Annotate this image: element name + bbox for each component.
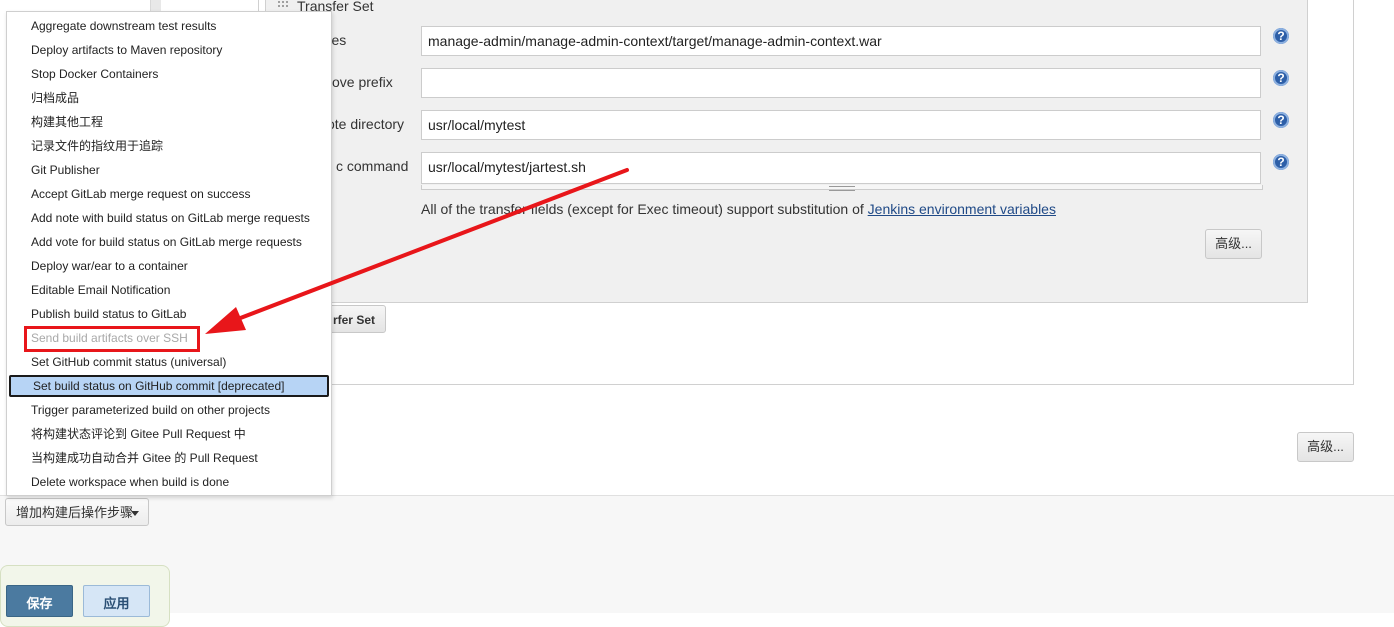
exec-command-label: c command: [336, 158, 409, 174]
add-step-label: 增加构建后操作步骤: [16, 505, 134, 520]
menu-item[interactable]: Trigger parameterized build on other pro…: [9, 399, 329, 421]
save-button[interactable]: 保存: [6, 585, 73, 617]
substitution-note: All of the transfer fields (except for E…: [421, 201, 1056, 217]
menu-item[interactable]: Add note with build status on GitLab mer…: [9, 207, 329, 229]
help-icon[interactable]: ?: [1273, 154, 1289, 170]
menu-item[interactable]: Stop Docker Containers: [9, 63, 329, 85]
annotation-highlight-box: [24, 326, 200, 352]
help-icon[interactable]: ?: [1273, 28, 1289, 44]
exec-command-textarea[interactable]: usr/local/mytest/jartest.sh: [421, 152, 1261, 184]
help-icon[interactable]: ?: [1273, 112, 1289, 128]
remote-directory-label: ote directory: [327, 116, 405, 132]
menu-item[interactable]: 将构建状态评论到 Gitee Pull Request 中: [9, 423, 329, 445]
menu-item[interactable]: Add vote for build status on GitLab merg…: [9, 231, 329, 253]
menu-item[interactable]: Accept GitLab merge request on success: [9, 183, 329, 205]
remote-directory-input[interactable]: usr/local/mytest: [421, 110, 1261, 140]
menu-item[interactable]: Editable Email Notification: [9, 279, 329, 301]
transfer-advanced-button[interactable]: 高级...: [1205, 229, 1262, 259]
help-icon[interactable]: ?: [1273, 70, 1289, 86]
post-build-action-menu: Aggregate downstream test results Deploy…: [6, 11, 332, 496]
apply-button[interactable]: 应用: [83, 585, 150, 617]
source-files-input[interactable]: manage-admin/manage-admin-context/target…: [421, 26, 1261, 56]
jenkins-env-vars-link[interactable]: Jenkins environment variables: [868, 201, 1056, 217]
footer-area: [0, 495, 1394, 613]
add-post-build-step-button[interactable]: 增加构建后操作步骤: [5, 498, 149, 526]
publisher-advanced-button[interactable]: 高级...: [1297, 432, 1354, 462]
menu-item[interactable]: Delete workspace when build is done: [9, 471, 329, 493]
caret-down-icon: [131, 511, 139, 516]
resize-grip-icon[interactable]: [829, 186, 855, 191]
remove-prefix-input[interactable]: [421, 68, 1261, 98]
menu-item[interactable]: Aggregate downstream test results: [9, 15, 329, 37]
remove-prefix-label: ove prefix: [332, 74, 393, 90]
menu-item[interactable]: 构建其他工程: [9, 111, 329, 133]
menu-item[interactable]: 当构建成功自动合并 Gitee 的 Pull Request: [9, 447, 329, 469]
menu-item[interactable]: Deploy war/ear to a container: [9, 255, 329, 277]
menu-item[interactable]: 记录文件的指纹用于追踪: [9, 135, 329, 157]
drag-handle-icon[interactable]: [277, 0, 289, 8]
menu-item[interactable]: 归档成品: [9, 87, 329, 109]
menu-item[interactable]: Git Publisher: [9, 159, 329, 181]
menu-item[interactable]: Publish build status to GitLab: [9, 303, 329, 325]
menu-item-selected[interactable]: Set build status on GitHub commit [depre…: [9, 375, 329, 397]
menu-item[interactable]: Deploy artifacts to Maven repository: [9, 39, 329, 61]
menu-item[interactable]: Set GitHub commit status (universal): [9, 351, 329, 373]
note-text: All of the transfer fields (except for E…: [421, 201, 868, 217]
